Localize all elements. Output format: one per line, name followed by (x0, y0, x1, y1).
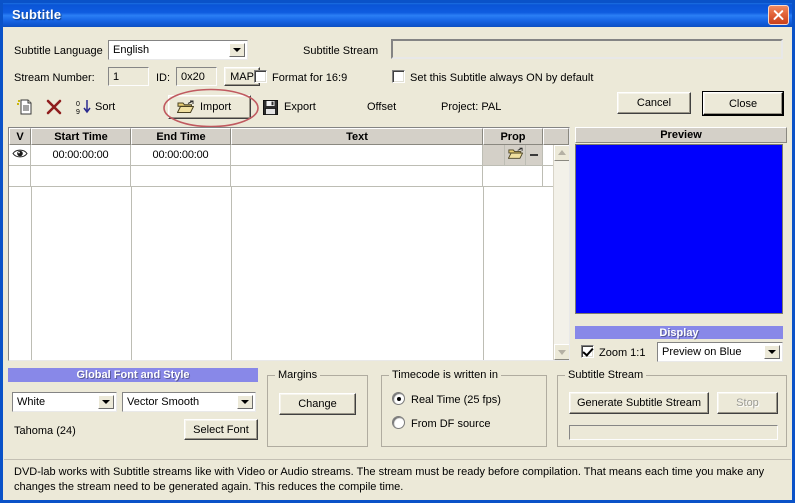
subtitle-stream-input[interactable] (391, 39, 783, 59)
column-header-visible[interactable]: V (9, 128, 31, 145)
format-169-label: Format for 16:9 (272, 72, 348, 84)
timecode-option-dfsource-radio[interactable] (392, 416, 405, 429)
empty-end-cell (131, 166, 231, 187)
preview-canvas[interactable] (575, 144, 783, 314)
help-text: DVD-lab works with Subtitle streams like… (4, 459, 791, 499)
table-row-empty[interactable] (9, 166, 569, 187)
close-icon[interactable] (768, 5, 789, 25)
font-color-value: White (17, 396, 46, 408)
project-label: Project: PAL (441, 101, 502, 113)
row-visible-cell[interactable] (9, 145, 31, 166)
chevron-down-icon[interactable] (764, 345, 780, 359)
empty-text-cell (231, 166, 483, 187)
subtitle-language-value: English (113, 44, 150, 56)
generate-subtitle-stream-button[interactable]: Generate Subtitle Stream (569, 392, 709, 414)
scroll-up-arrow-icon[interactable] (554, 145, 569, 161)
preview-mode-select[interactable]: Preview on Blue (657, 342, 783, 362)
subtitle-language-label: Subtitle Language (14, 45, 103, 57)
font-render-value: Vector Smooth (127, 396, 200, 408)
zoom-1-1-label: Zoom 1:1 (599, 347, 646, 359)
timecode-group: Timecode is written in Real Time (25 fps… (381, 369, 547, 447)
select-font-button[interactable]: Select Font (184, 419, 258, 440)
subtitle-stream-progress (569, 425, 778, 440)
row-prop-blank-cell[interactable] (483, 145, 505, 166)
column-header-extra[interactable] (543, 128, 569, 145)
global-font-style-header: Global Font and Style (8, 368, 258, 382)
display-bar-label: Display (575, 326, 783, 339)
empty-prop-cell (483, 166, 543, 187)
stream-number-input[interactable]: 1 (108, 67, 149, 86)
id-label: ID: (156, 72, 171, 84)
subtitle-stream-group-title: Subtitle Stream (565, 369, 647, 381)
column-header-text[interactable]: Text (231, 128, 483, 145)
grid-column-rule (131, 187, 132, 360)
preview-mode-value: Preview on Blue (662, 346, 742, 358)
cancel-button[interactable]: Cancel (617, 92, 691, 114)
title-bar: Subtitle (3, 3, 792, 27)
column-header-prop[interactable]: Prop (483, 128, 543, 145)
preview-header: Preview (575, 127, 787, 143)
window-title: Subtitle (12, 7, 62, 22)
row-prop-folder-button[interactable] (505, 145, 526, 166)
column-header-start-time[interactable]: Start Time (31, 128, 131, 145)
close-button[interactable]: Close (702, 91, 784, 116)
grid-column-rule (31, 187, 32, 360)
svg-text:9: 9 (76, 109, 80, 115)
empty-visible-cell (9, 166, 31, 187)
open-folder-icon (507, 147, 523, 163)
font-render-select[interactable]: Vector Smooth (122, 392, 256, 412)
row-text-cell[interactable] (231, 145, 483, 166)
new-document-icon[interactable] (16, 98, 34, 116)
table-row[interactable]: 00:00:00:00 00:00:00:00 (9, 145, 569, 166)
column-header-end-time[interactable]: End Time (131, 128, 231, 145)
chevron-down-icon[interactable] (98, 395, 114, 409)
subtitle-stream-label: Subtitle Stream (303, 45, 379, 57)
grid-column-rule (231, 187, 232, 360)
zoom-1-1-checkbox[interactable] (581, 345, 594, 358)
margins-group: Margins Change (267, 369, 368, 447)
sort-label[interactable]: Sort (95, 101, 115, 113)
row-start-time-cell[interactable]: 00:00:00:00 (31, 145, 131, 166)
delete-x-icon[interactable] (46, 99, 62, 115)
grid-header-row: V Start Time End Time Text Prop (9, 128, 569, 145)
timecode-option-dfsource-label: From DF source (411, 418, 491, 430)
offset-label[interactable]: Offset (367, 101, 396, 113)
import-label: Import (200, 101, 232, 113)
id-input[interactable]: 0x20 (176, 67, 217, 86)
stop-button[interactable]: Stop (717, 392, 778, 414)
format-169-checkbox[interactable] (254, 70, 267, 83)
always-on-label: Set this Subtitle always ON by default (410, 72, 594, 84)
stream-number-label: Stream Number: (14, 72, 95, 84)
subtitle-stream-group: Subtitle Stream Generate Subtitle Stream… (557, 369, 787, 447)
eye-icon[interactable] (11, 148, 28, 162)
always-on-checkbox[interactable] (392, 70, 405, 83)
grid-column-rule (483, 187, 484, 360)
export-label[interactable]: Export (284, 101, 316, 113)
change-margins-button[interactable]: Change (279, 393, 356, 415)
open-folder-icon (176, 100, 195, 114)
font-color-select[interactable]: White (12, 392, 117, 412)
timecode-option-realtime-label: Real Time (25 fps) (411, 394, 501, 406)
chevron-down-icon[interactable] (237, 395, 253, 409)
empty-start-cell (31, 166, 131, 187)
subtitle-language-select[interactable]: English (108, 40, 248, 60)
margins-group-title: Margins (275, 369, 321, 381)
svg-text:0: 0 (76, 101, 80, 108)
list-vertical-scrollbar[interactable] (553, 145, 569, 360)
import-button[interactable]: Import (168, 95, 251, 119)
row-end-time-cell[interactable]: 00:00:00:00 (131, 145, 231, 166)
sort-icon[interactable]: 0 9 (76, 99, 92, 116)
timecode-option-realtime-radio[interactable] (392, 392, 405, 405)
timecode-group-title: Timecode is written in (389, 369, 501, 381)
subtitle-list[interactable]: V Start Time End Time Text Prop 00:00:00… (8, 127, 570, 361)
current-font-label: Tahoma (24) (14, 425, 76, 437)
floppy-disk-icon[interactable] (263, 100, 278, 115)
stream-number-value: 1 (113, 71, 120, 83)
minus-icon (530, 154, 538, 156)
row-prop-minus-button[interactable] (526, 145, 543, 166)
id-value: 0x20 (181, 71, 205, 83)
scroll-down-arrow-icon[interactable] (554, 344, 569, 360)
chevron-down-icon[interactable] (229, 43, 245, 57)
subtitle-dialog-window: Subtitle Subtitle Language English Subti… (0, 0, 795, 503)
